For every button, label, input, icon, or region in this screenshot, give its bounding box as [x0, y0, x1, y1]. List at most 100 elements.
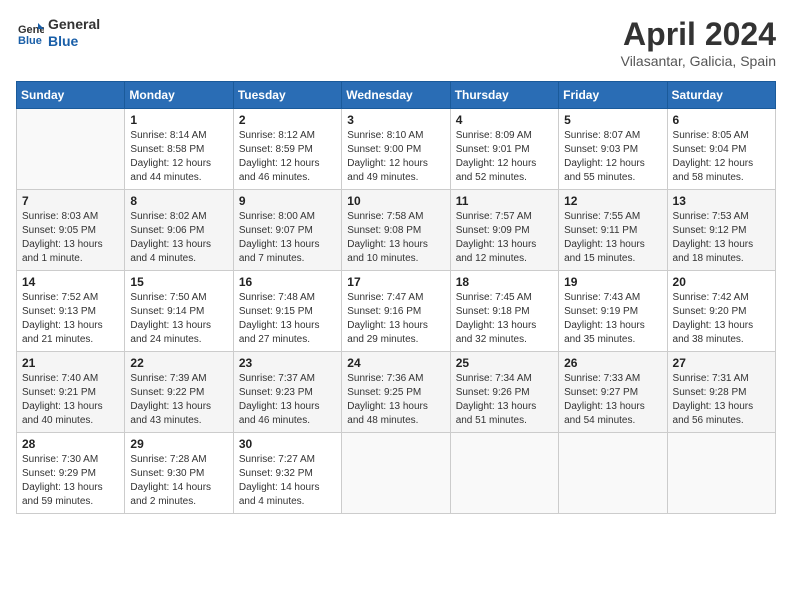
day-cell-4: 4 Sunrise: 8:09 AMSunset: 9:01 PMDaylight… [450, 109, 558, 190]
day-info: Sunrise: 7:58 AMSunset: 9:08 PMDaylight:… [347, 210, 444, 266]
day-info: Sunrise: 8:09 AMSunset: 9:01 PMDaylight:… [456, 129, 553, 185]
day-info: Sunrise: 7:39 AMSunset: 9:22 PMDaylight:… [130, 372, 227, 428]
day-number: 16 [239, 275, 336, 289]
day-cell-16: 16Sunrise: 7:48 AMSunset: 9:15 PMDayligh… [233, 271, 341, 352]
day-cell-25: 25 Sunrise: 7:34 AMSunset: 9:26 PMDayligh… [450, 352, 558, 433]
day-number: 18 [456, 275, 553, 289]
day-info: Sunrise: 8:00 AMSunset: 9:07 PMDaylight:… [239, 210, 336, 266]
day-info: Sunrise: 7:57 AMSunset: 9:09 PMDaylight:… [456, 210, 553, 266]
day-info: Sunrise: 7:33 AMSunset: 9:27 PMDaylight:… [564, 372, 661, 428]
day-cell-23: 23Sunrise: 7:37 AMSunset: 9:23 PMDayligh… [233, 352, 341, 433]
day-cell-17: 17 Sunrise: 7:47 AMSunset: 9:16 PMDayligh… [342, 271, 450, 352]
location: Vilasantar, Galicia, Spain [621, 53, 776, 69]
day-number: 17 [347, 275, 444, 289]
day-number: 29 [130, 437, 227, 451]
logo: General Blue General Blue [16, 16, 100, 50]
day-number: 9 [239, 194, 336, 208]
calendar-week-5: 28Sunrise: 7:30 AMSunset: 9:29 PMDayligh… [17, 433, 776, 514]
calendar-week-3: 14Sunrise: 7:52 AMSunset: 9:13 PMDayligh… [17, 271, 776, 352]
day-cell-8: 8 Sunrise: 8:02 AMSunset: 9:06 PMDaylight… [125, 190, 233, 271]
empty-cell [667, 433, 775, 514]
empty-cell [342, 433, 450, 514]
column-header-friday: Friday [559, 82, 667, 109]
day-info: Sunrise: 8:12 AMSunset: 8:59 PMDaylight:… [239, 129, 336, 185]
empty-cell [450, 433, 558, 514]
day-info: Sunrise: 7:53 AMSunset: 9:12 PMDaylight:… [673, 210, 770, 266]
day-cell-15: 15Sunrise: 7:50 AMSunset: 9:14 PMDayligh… [125, 271, 233, 352]
day-info: Sunrise: 7:43 AMSunset: 9:19 PMDaylight:… [564, 291, 661, 347]
page-header: General Blue General Blue April 2024 Vil… [16, 16, 776, 69]
day-number: 8 [130, 194, 227, 208]
day-cell-18: 18 Sunrise: 7:45 AMSunset: 9:18 PMDayligh… [450, 271, 558, 352]
day-number: 21 [22, 356, 119, 370]
day-cell-22: 22 Sunrise: 7:39 AMSunset: 9:22 PMDayligh… [125, 352, 233, 433]
day-cell-5: 5 Sunrise: 8:07 AMSunset: 9:03 PMDaylight… [559, 109, 667, 190]
day-info: Sunrise: 7:40 AMSunset: 9:21 PMDaylight:… [22, 372, 119, 428]
day-cell-10: 10 Sunrise: 7:58 AMSunset: 9:08 PMDayligh… [342, 190, 450, 271]
day-info: Sunrise: 8:02 AMSunset: 9:06 PMDaylight:… [130, 210, 227, 266]
day-number: 13 [673, 194, 770, 208]
day-number: 26 [564, 356, 661, 370]
day-cell-9: 9 Sunrise: 8:00 AMSunset: 9:07 PMDaylight… [233, 190, 341, 271]
day-cell-21: 21 Sunrise: 7:40 AMSunset: 9:21 PMDayligh… [17, 352, 125, 433]
day-number: 4 [456, 113, 553, 127]
day-cell-26: 26 Sunrise: 7:33 AMSunset: 9:27 PMDayligh… [559, 352, 667, 433]
day-number: 3 [347, 113, 444, 127]
day-number: 5 [564, 113, 661, 127]
day-info: Sunrise: 7:45 AMSunset: 9:18 PMDaylight:… [456, 291, 553, 347]
calendar-body: 1 Sunrise: 8:14 AMSunset: 8:58 PMDaylight… [17, 109, 776, 514]
day-cell-19: 19 Sunrise: 7:43 AMSunset: 9:19 PMDayligh… [559, 271, 667, 352]
day-number: 2 [239, 113, 336, 127]
calendar-week-4: 21 Sunrise: 7:40 AMSunset: 9:21 PMDayligh… [17, 352, 776, 433]
svg-text:Blue: Blue [18, 35, 42, 47]
day-number: 10 [347, 194, 444, 208]
day-cell-2: 2 Sunrise: 8:12 AMSunset: 8:59 PMDaylight… [233, 109, 341, 190]
day-info: Sunrise: 8:14 AMSunset: 8:58 PMDaylight:… [130, 129, 227, 185]
month-title: April 2024 [621, 16, 776, 53]
day-info: Sunrise: 7:36 AMSunset: 9:25 PMDaylight:… [347, 372, 444, 428]
day-info: Sunrise: 7:47 AMSunset: 9:16 PMDaylight:… [347, 291, 444, 347]
column-header-tuesday: Tuesday [233, 82, 341, 109]
day-info: Sunrise: 7:31 AMSunset: 9:28 PMDaylight:… [673, 372, 770, 428]
day-cell-14: 14Sunrise: 7:52 AMSunset: 9:13 PMDayligh… [17, 271, 125, 352]
day-cell-13: 13 Sunrise: 7:53 AMSunset: 9:12 PMDayligh… [667, 190, 775, 271]
day-number: 27 [673, 356, 770, 370]
day-info: Sunrise: 8:10 AMSunset: 9:00 PMDaylight:… [347, 129, 444, 185]
calendar-header-row: SundayMondayTuesdayWednesdayThursdayFrid… [17, 82, 776, 109]
day-info: Sunrise: 8:03 AMSunset: 9:05 PMDaylight:… [22, 210, 119, 266]
day-cell-1: 1 Sunrise: 8:14 AMSunset: 8:58 PMDaylight… [125, 109, 233, 190]
day-number: 24 [347, 356, 444, 370]
day-cell-29: 29 Sunrise: 7:28 AMSunset: 9:30 PMDayligh… [125, 433, 233, 514]
day-info: Sunrise: 7:28 AMSunset: 9:30 PMDaylight:… [130, 453, 227, 509]
column-header-monday: Monday [125, 82, 233, 109]
day-cell-12: 12Sunrise: 7:55 AMSunset: 9:11 PMDayligh… [559, 190, 667, 271]
day-number: 20 [673, 275, 770, 289]
day-cell-3: 3 Sunrise: 8:10 AMSunset: 9:00 PMDaylight… [342, 109, 450, 190]
day-number: 6 [673, 113, 770, 127]
empty-cell [17, 109, 125, 190]
day-cell-28: 28Sunrise: 7:30 AMSunset: 9:29 PMDayligh… [17, 433, 125, 514]
day-number: 25 [456, 356, 553, 370]
day-cell-6: 6Sunrise: 8:05 AMSunset: 9:04 PMDaylight… [667, 109, 775, 190]
day-cell-30: 30Sunrise: 7:27 AMSunset: 9:32 PMDayligh… [233, 433, 341, 514]
day-cell-24: 24 Sunrise: 7:36 AMSunset: 9:25 PMDayligh… [342, 352, 450, 433]
day-info: Sunrise: 7:42 AMSunset: 9:20 PMDaylight:… [673, 291, 770, 347]
day-number: 14 [22, 275, 119, 289]
calendar-week-2: 7 Sunrise: 8:03 AMSunset: 9:05 PMDaylight… [17, 190, 776, 271]
column-header-wednesday: Wednesday [342, 82, 450, 109]
day-number: 19 [564, 275, 661, 289]
day-number: 1 [130, 113, 227, 127]
title-block: April 2024 Vilasantar, Galicia, Spain [621, 16, 776, 69]
day-info: Sunrise: 8:07 AMSunset: 9:03 PMDaylight:… [564, 129, 661, 185]
calendar-table: SundayMondayTuesdayWednesdayThursdayFrid… [16, 81, 776, 514]
day-info: Sunrise: 7:37 AMSunset: 9:23 PMDaylight:… [239, 372, 336, 428]
day-cell-27: 27 Sunrise: 7:31 AMSunset: 9:28 PMDayligh… [667, 352, 775, 433]
day-cell-20: 20 Sunrise: 7:42 AMSunset: 9:20 PMDayligh… [667, 271, 775, 352]
day-number: 15 [130, 275, 227, 289]
day-info: Sunrise: 7:34 AMSunset: 9:26 PMDaylight:… [456, 372, 553, 428]
day-info: Sunrise: 7:27 AMSunset: 9:32 PMDaylight:… [239, 453, 336, 509]
day-number: 22 [130, 356, 227, 370]
day-number: 7 [22, 194, 119, 208]
column-header-saturday: Saturday [667, 82, 775, 109]
day-info: Sunrise: 7:30 AMSunset: 9:29 PMDaylight:… [22, 453, 119, 509]
